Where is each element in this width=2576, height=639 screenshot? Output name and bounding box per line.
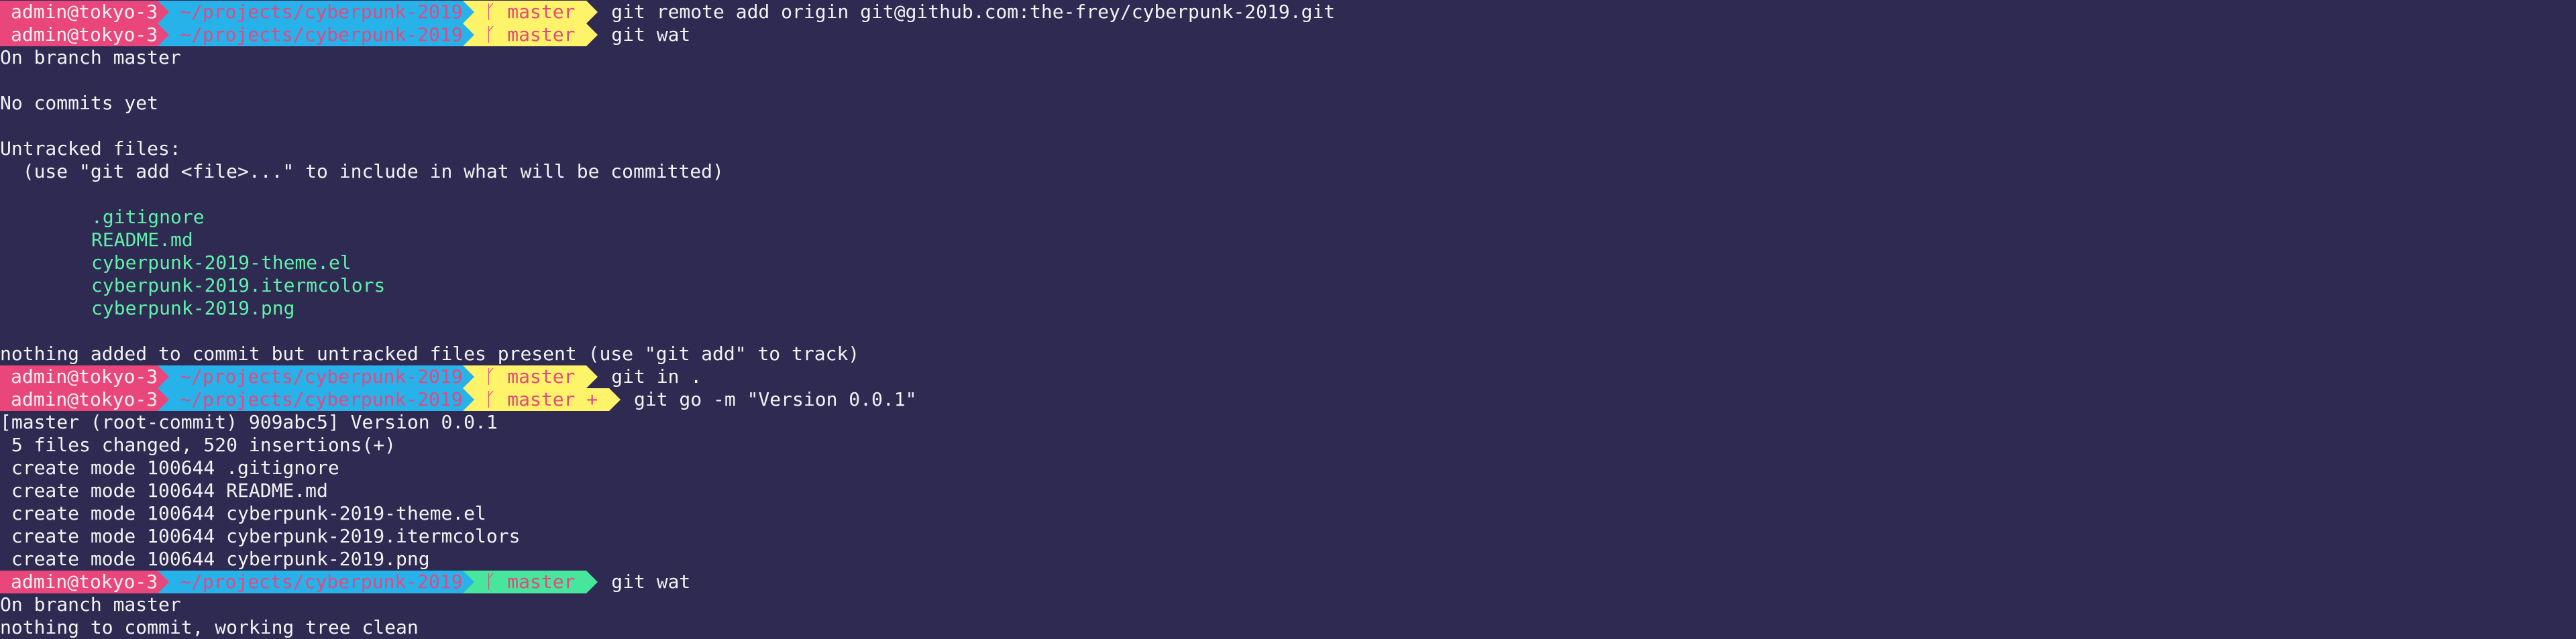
- segment-arrow: [462, 365, 474, 388]
- output-line: On branch master: [0, 46, 181, 68]
- output-line: (use "git add <file>..." to include in w…: [0, 160, 724, 182]
- segment-arrow: [462, 571, 474, 593]
- prompt-line: admin@tokyo-3 ~/projects/cyberpunk-2019 …: [0, 388, 916, 411]
- segment-arrow: [462, 23, 474, 46]
- prompt-path: ~/projects/cyberpunk-2019: [169, 571, 463, 593]
- untracked-file: cyberpunk-2019.png: [91, 297, 295, 319]
- branch-name: master: [507, 365, 576, 388]
- segment-arrow: [462, 388, 474, 411]
- output-line: create mode 100644 cyberpunk-2019.itermc…: [0, 525, 521, 547]
- prompt-branch: ᚴ master: [474, 1, 587, 23]
- output-line: Untracked files:: [0, 137, 181, 160]
- segment-arrow: [586, 23, 598, 46]
- prompt-path: ~/projects/cyberpunk-2019: [169, 23, 463, 46]
- segment-arrow: [158, 23, 170, 46]
- output-line: 5 files changed, 520 insertions(+): [0, 434, 396, 456]
- command-text: git wat: [611, 23, 691, 46]
- segment-arrow: [158, 388, 170, 411]
- untracked-file: cyberpunk-2019.itermcolors: [91, 274, 386, 296]
- git-branch-icon: ᚴ: [484, 23, 496, 46]
- output-line: create mode 100644 README.md: [0, 479, 328, 502]
- segment-arrow: [158, 571, 170, 593]
- segment-arrow: [586, 365, 598, 388]
- output-line: create mode 100644 .gitignore: [0, 457, 339, 479]
- output-line: create mode 100644 cyberpunk-2019-theme.…: [0, 502, 486, 524]
- prompt-branch: ᚴ master: [474, 571, 587, 593]
- git-branch-icon: ᚴ: [484, 365, 496, 388]
- prompt-path: ~/projects/cyberpunk-2019: [169, 388, 463, 411]
- git-branch-icon: ᚴ: [484, 1, 496, 23]
- command-text: git remote add origin git@github.com:the…: [611, 1, 1336, 23]
- output-line: On branch master: [0, 593, 181, 616]
- untracked-file: README.md: [91, 229, 193, 251]
- prompt-user: admin@tokyo-3: [0, 388, 158, 411]
- segment-arrow: [586, 1, 598, 23]
- prompt-branch: ᚴ master +: [474, 388, 609, 411]
- prompt-branch: ᚴ master: [474, 365, 587, 388]
- output-line: create mode 100644 cyberpunk-2019.png: [0, 548, 430, 570]
- prompt-user: admin@tokyo-3: [0, 1, 158, 23]
- branch-name: master: [507, 571, 576, 593]
- segment-arrow: [158, 1, 170, 23]
- git-branch-icon: ᚴ: [484, 388, 496, 410]
- command-text: git go -m "Version 0.0.1": [634, 388, 917, 410]
- prompt-path: ~/projects/cyberpunk-2019: [169, 365, 463, 388]
- prompt-branch: ᚴ master: [474, 23, 587, 46]
- prompt-user: admin@tokyo-3: [0, 571, 158, 593]
- prompt-line: admin@tokyo-3 ~/projects/cyberpunk-2019 …: [0, 571, 690, 593]
- prompt-user: admin@tokyo-3: [0, 23, 158, 46]
- branch-name: master: [507, 23, 576, 46]
- output-line: No commits yet: [0, 92, 159, 114]
- segment-arrow: [462, 1, 474, 23]
- prompt-path: ~/projects/cyberpunk-2019: [169, 1, 463, 23]
- output-line: [master (root-commit) 909abc5] Version 0…: [0, 411, 498, 433]
- segment-arrow: [609, 388, 621, 411]
- branch-name: master: [507, 388, 576, 410]
- prompt-user: admin@tokyo-3: [0, 365, 158, 388]
- terminal-window[interactable]: admin@tokyo-3 ~/projects/cyberpunk-2019 …: [0, 0, 2576, 639]
- output-line: nothing to commit, working tree clean: [0, 616, 419, 638]
- prompt-line: admin@tokyo-3 ~/projects/cyberpunk-2019 …: [0, 1, 1335, 23]
- command-text: git wat: [611, 571, 691, 593]
- segment-arrow: [158, 365, 170, 388]
- output-line: nothing added to commit but untracked fi…: [0, 343, 860, 365]
- branch-name: master: [507, 1, 576, 23]
- untracked-file: .gitignore: [91, 206, 205, 228]
- prompt-line: admin@tokyo-3 ~/projects/cyberpunk-2019 …: [0, 23, 690, 46]
- prompt-line: admin@tokyo-3 ~/projects/cyberpunk-2019 …: [0, 365, 702, 388]
- command-text: git in .: [611, 365, 702, 388]
- git-branch-icon: ᚴ: [484, 571, 496, 593]
- dirty-marker: +: [586, 388, 598, 410]
- segment-arrow: [586, 571, 598, 593]
- untracked-file: cyberpunk-2019-theme.el: [91, 251, 352, 274]
